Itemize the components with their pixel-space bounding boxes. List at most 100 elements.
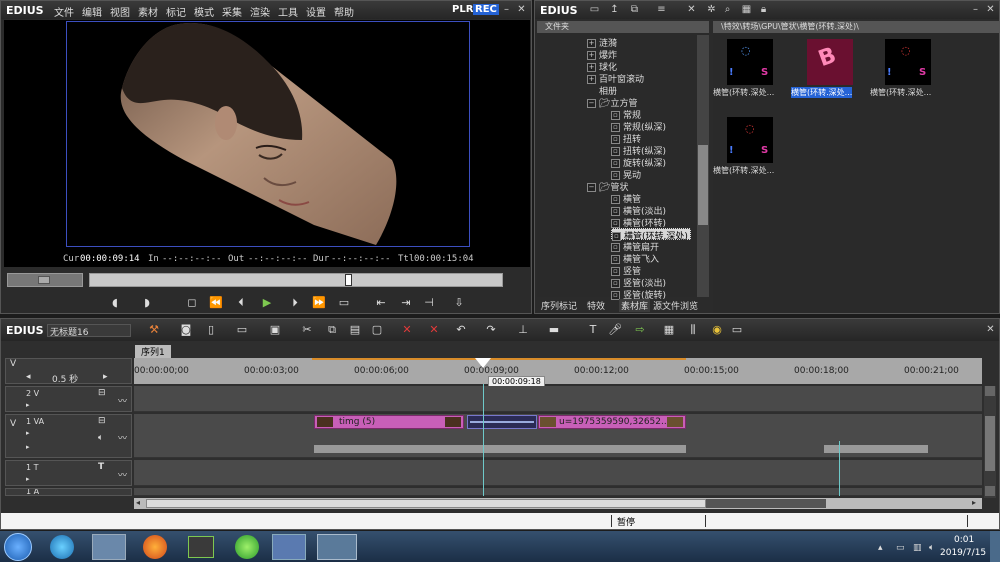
jog-slider[interactable] (7, 273, 83, 287)
zoom-up-icon[interactable]: ▸ (103, 372, 108, 382)
collapse-icon[interactable]: − (587, 99, 596, 108)
track-expand-icon[interactable]: ▸ (26, 429, 30, 437)
tree-item-album[interactable]: 相册 (599, 84, 617, 97)
tree-item-htube-fly[interactable]: ▫ 横管飞入 (611, 252, 659, 265)
tree-item-vtube-fade[interactable]: ▫ 竖管(淡出) (611, 276, 666, 289)
edius-active-icon[interactable] (317, 534, 357, 560)
undo-icon[interactable]: ↶ (453, 322, 469, 338)
play-icon[interactable]: ▶ (259, 295, 275, 311)
lock-icon[interactable]: 🔒︎ (757, 4, 770, 16)
up-icon[interactable]: ↥ (608, 4, 621, 16)
tree-item-htube-ring-deep[interactable]: ▫ 横管(环转.深处) (611, 228, 691, 242)
vscroll-down-icon[interactable] (985, 486, 995, 496)
tree-item-htube[interactable]: ▫ 横管 (611, 192, 641, 205)
menu-edit[interactable]: 编辑 (82, 4, 102, 19)
split-icon[interactable]: ⊣ (421, 295, 437, 311)
overwrite-icon[interactable]: ⇥ (398, 295, 414, 311)
track-row-1a[interactable] (134, 488, 982, 496)
video-clip-1[interactable]: timg (5) (314, 415, 464, 429)
sort-icon[interactable]: ≡ (655, 4, 668, 16)
network-icon[interactable]: ▥ (913, 543, 922, 553)
timeline-ruler[interactable]: 00:00:00;00 00:00:03;00 00:00:06;00 00:0… (134, 358, 982, 384)
search-icon[interactable]: ⌕ (721, 4, 734, 16)
zoom-level[interactable]: 0.5 秒 (52, 372, 78, 385)
redo-icon[interactable]: ↷ (483, 322, 499, 338)
new-icon[interactable]: ▯ (203, 322, 219, 338)
menu-render[interactable]: 渲染 (250, 4, 270, 19)
screenshot-icon[interactable]: ◙ (178, 322, 194, 338)
tree-item-cube-tube[interactable]: − 📂︎立方管 (587, 96, 637, 109)
track-row-1va[interactable]: timg (5) u=1975359590,32652... (134, 414, 982, 458)
open-icon[interactable]: ▭ (234, 322, 250, 338)
track-expand-icon[interactable]: ▸ (26, 443, 30, 451)
menu-capture[interactable]: 采集 (222, 4, 242, 19)
collapse-icon[interactable]: − (587, 183, 596, 192)
insert-icon[interactable]: ⇤ (373, 295, 389, 311)
delete-icon[interactable]: ✕ (426, 322, 442, 338)
app-icon[interactable] (272, 534, 306, 560)
track-sync-icon[interactable]: ᐯ (10, 419, 16, 429)
timeline-vscrollbar[interactable] (984, 386, 996, 498)
tree-item-htube-ring[interactable]: ▫ 横管(环转) (611, 216, 666, 229)
expand-icon[interactable]: + (587, 75, 596, 84)
menu-marker[interactable]: 标记 (166, 4, 186, 19)
layout-icon[interactable]: ▭ (729, 322, 745, 338)
tree-item-cube-twist-deep[interactable]: ▫ 扭转(纵深) (611, 144, 666, 157)
bin-minimize-icon[interactable]: – (969, 4, 982, 16)
save-icon[interactable]: ▣ (267, 322, 283, 338)
start-button[interactable] (4, 533, 32, 561)
timeline-hscrollbar[interactable]: ◂ ▸ (134, 498, 982, 509)
tray-expand-icon[interactable]: ▴ (878, 543, 883, 553)
rec-label[interactable]: REC (473, 4, 499, 15)
tray-icon[interactable]: ▭ (896, 543, 905, 553)
rubberband-icon[interactable]: 〰 (118, 431, 127, 444)
speaker-icon[interactable]: 🔈︎ (98, 433, 103, 443)
expand-icon[interactable]: + (587, 63, 596, 72)
taskbar-time[interactable]: 0:01 (954, 535, 974, 545)
bin-close-icon[interactable]: ✕ (984, 4, 997, 16)
loop-icon[interactable]: ▭ (336, 295, 352, 311)
record-icon[interactable]: ◉ (709, 322, 725, 338)
tab-source-browser[interactable]: 源文件浏览 (653, 299, 698, 312)
scroll-right-icon[interactable]: ▸ (972, 498, 976, 507)
sequence-tab[interactable]: 序列1 (135, 345, 171, 358)
menu-mode[interactable]: 模式 (194, 4, 214, 19)
scrub-position-marker[interactable] (345, 274, 352, 286)
set-out-icon[interactable]: ◗ (139, 295, 155, 311)
effect-thumbnail-2[interactable]: B (807, 39, 853, 85)
timeline-close-icon[interactable]: ✕ (984, 324, 997, 336)
menu-clip[interactable]: 素材 (138, 4, 158, 19)
step-back-icon[interactable]: ⏴ (233, 295, 249, 311)
title-icon[interactable]: T (585, 322, 601, 338)
video-clip-2[interactable]: u=1975359590,32652... (538, 415, 686, 429)
menu-file[interactable]: 文件 (54, 4, 74, 19)
tree-item-blinds[interactable]: + 百叶窗滚动 (587, 72, 644, 85)
menu-settings[interactable]: 设置 (306, 4, 326, 19)
playhead-head[interactable] (475, 358, 491, 368)
fast-forward-icon[interactable]: ⏩ (311, 295, 327, 311)
set-in-icon[interactable]: ◖ (107, 295, 123, 311)
effect-thumbnail-4[interactable]: ◌ ! S (727, 117, 773, 163)
scrub-bar[interactable] (89, 273, 503, 287)
cut-icon[interactable]: ✂ (299, 322, 315, 338)
tree-item-htube-fade[interactable]: ▫ 横管(淡出) (611, 204, 666, 217)
plr-label[interactable]: PLR (452, 4, 473, 15)
menu-help[interactable]: 帮助 (334, 4, 354, 19)
scroll-left-icon[interactable]: ◂ (136, 498, 140, 507)
expand-icon[interactable]: + (587, 51, 596, 60)
zoom-down-icon[interactable]: ◂ (26, 372, 31, 382)
track-expand-icon[interactable]: ▸ (26, 401, 30, 409)
folder-icon[interactable]: ▭ (588, 4, 601, 16)
track-row-1t[interactable] (134, 460, 982, 486)
explorer-icon[interactable] (92, 534, 126, 560)
tree-item-cube-normal-deep[interactable]: ▫ 常规(纵深) (611, 120, 666, 133)
track-header-1va[interactable]: ᐯ 1 VA ▸ ▸ ⊟ 🔈︎ 〰 (5, 414, 132, 458)
tree-item-vtube[interactable]: ▫ 竖管 (611, 264, 641, 277)
edius-taskbar-icon[interactable] (188, 536, 214, 558)
taskbar-date[interactable]: 2019/7/15 (940, 548, 986, 558)
track-header-1t[interactable]: 1 T ▸ T 〰 (5, 460, 132, 486)
rubberband-icon[interactable]: 〰 (118, 394, 127, 407)
transition-clip[interactable] (467, 415, 537, 429)
paste-icon[interactable]: ▤ (347, 322, 363, 338)
mixer-icon[interactable]: ⫼ (685, 322, 701, 338)
